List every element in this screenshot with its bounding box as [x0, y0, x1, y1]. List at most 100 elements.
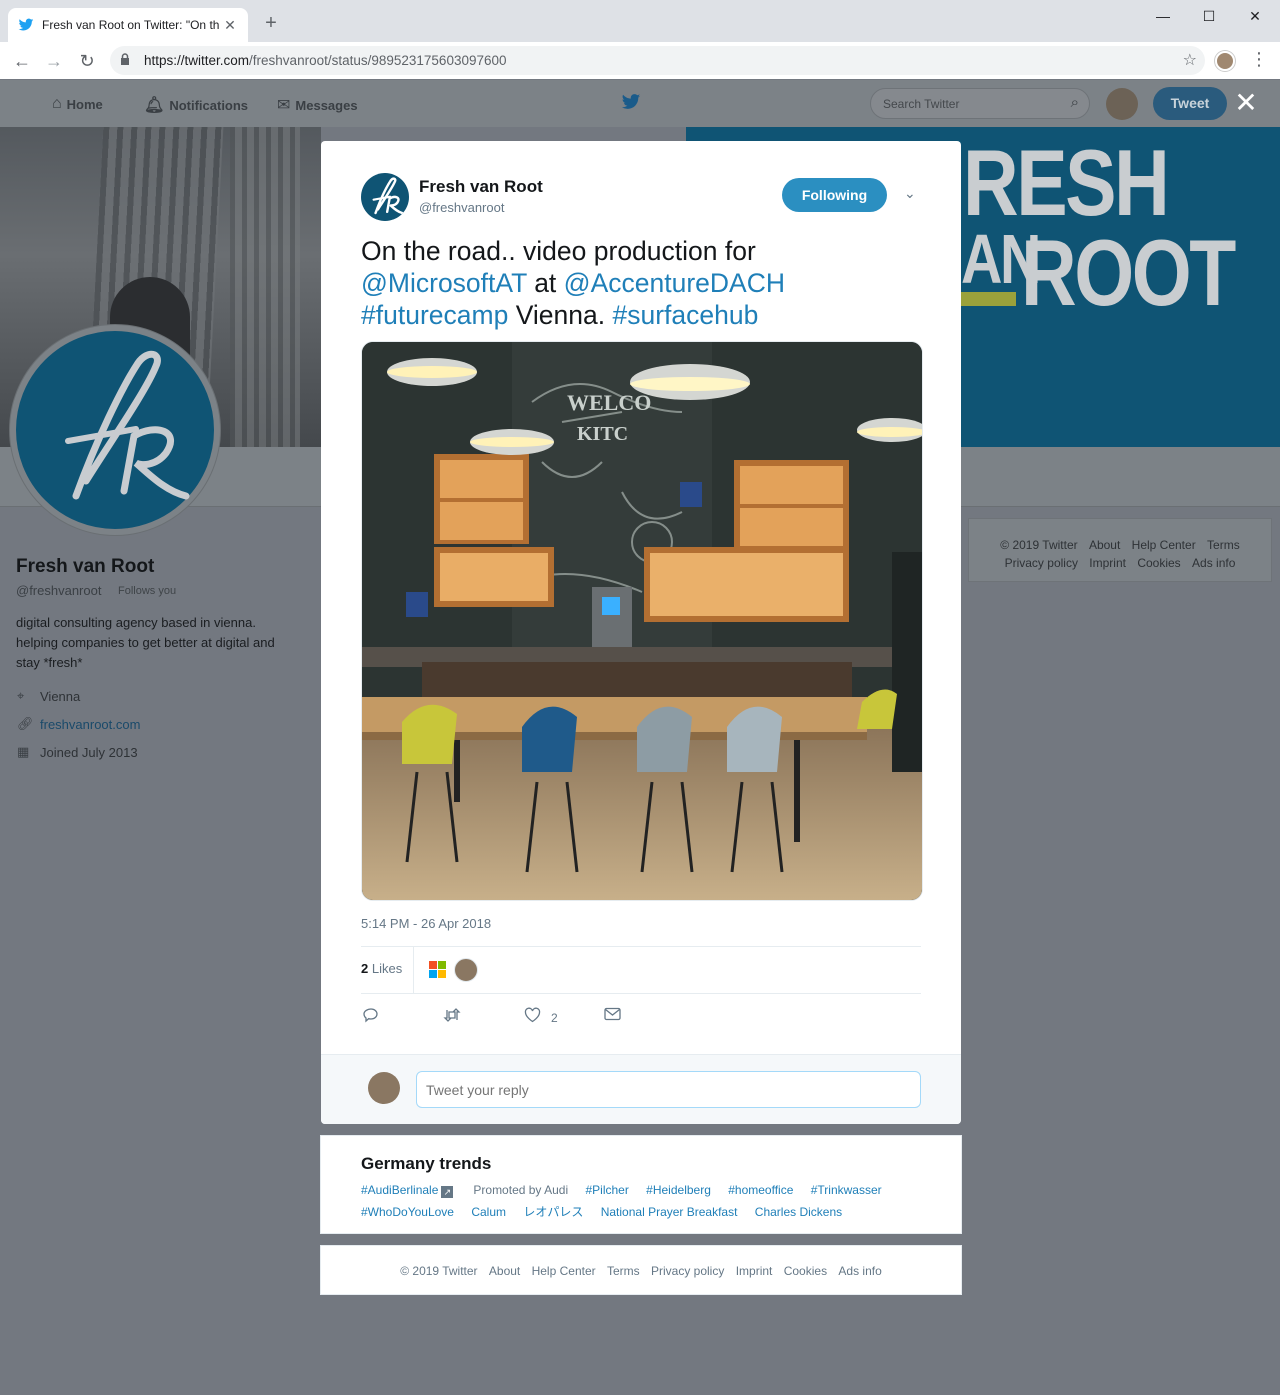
follows-you-badge: Follows you: [118, 585, 177, 597]
browser-tab[interactable]: Fresh van Root on Twitter: "On th ✕: [8, 8, 248, 42]
footer-help-link[interactable]: Help Center: [532, 1264, 596, 1278]
reply-action[interactable]: [363, 1007, 379, 1028]
browser-menu-icon[interactable]: ⋮: [1250, 49, 1268, 70]
new-tab-button[interactable]: +: [260, 13, 282, 35]
trend-link[interactable]: レオパレス: [523, 1205, 583, 1219]
footer-cookies-link[interactable]: Cookies: [784, 1264, 827, 1278]
twitter-logo-icon[interactable]: [620, 92, 642, 118]
profile-location: ⌖ Vienna: [17, 688, 80, 704]
browser-profile-avatar[interactable]: [1215, 51, 1235, 71]
reply-icon: [363, 1007, 379, 1028]
twitter-bird-icon: [18, 17, 34, 33]
like-action[interactable]: 2: [524, 1007, 558, 1028]
footer-ads-link[interactable]: Ads info: [1192, 556, 1235, 570]
nav-notifications[interactable]: 🔔︎ Notifications: [144, 95, 248, 115]
calendar-icon: ▦: [17, 744, 30, 759]
reply-area: [321, 1054, 961, 1124]
url-path: /freshvanroot/status/989523175603097600: [249, 53, 507, 68]
banner-text-root: ROOT: [1021, 220, 1236, 325]
likes-count: 2: [361, 961, 369, 976]
url-host: https://twitter.com: [144, 53, 250, 68]
following-button[interactable]: Following: [782, 178, 887, 212]
bookmark-star-icon[interactable]: ☆: [1183, 50, 1197, 70]
trend-link[interactable]: #homeoffice: [728, 1183, 793, 1197]
reply-user-avatar: [368, 1072, 400, 1104]
trend-link[interactable]: #Trinkwasser: [811, 1183, 882, 1197]
photo-wall-text: KITC: [577, 423, 628, 445]
twitter-search-input[interactable]: Search Twitter ⌕: [870, 88, 1090, 119]
window-close-button[interactable]: ✕: [1232, 4, 1278, 28]
tweet-author-handle[interactable]: @freshvanroot: [419, 200, 504, 215]
search-icon[interactable]: ⌕: [1071, 94, 1079, 111]
tab-strip: Fresh van Root on Twitter: "On th ✕ + — …: [0, 0, 1280, 42]
page-footer: © 2019 Twitter About Help Center Terms P…: [320, 1245, 962, 1295]
close-modal-icon[interactable]: ✕: [1233, 88, 1259, 118]
tab-close-icon[interactable]: ✕: [222, 17, 238, 34]
kitchen-photo-illustration: WELCO KITC: [362, 342, 922, 900]
trend-link[interactable]: Charles Dickens: [755, 1205, 842, 1219]
tweet-timestamp[interactable]: 5:14 PM - 26 Apr 2018: [361, 916, 491, 931]
tweet-text-part: On the road.. video production for: [361, 236, 756, 266]
profile-avatar-large[interactable]: [10, 325, 220, 535]
hashtag-link[interactable]: #surfacehub: [612, 300, 758, 330]
dm-action[interactable]: [604, 1007, 621, 1026]
heart-icon: [524, 1007, 541, 1028]
footer-help-link[interactable]: Help Center: [1132, 538, 1196, 552]
profile-name: Fresh van Root: [16, 556, 155, 577]
reload-icon[interactable]: ↻: [75, 49, 99, 73]
compose-tweet-button[interactable]: Tweet: [1153, 87, 1227, 120]
footer-terms-link[interactable]: Terms: [1207, 538, 1240, 552]
trend-link[interactable]: Calum: [471, 1205, 506, 1219]
retweet-action[interactable]: [443, 1007, 461, 1028]
location-pin-icon: ⌖: [17, 688, 25, 703]
forward-arrow-icon[interactable]: →: [42, 49, 66, 73]
trend-link[interactable]: #AudiBerlinale ↗: [361, 1183, 459, 1198]
fr-logo-icon: [65, 350, 190, 500]
likes-summary[interactable]: 2 Likes: [361, 961, 402, 976]
chevron-down-icon[interactable]: ⌄: [904, 185, 916, 202]
nav-messages[interactable]: ✉ Messages: [277, 95, 358, 115]
liker-avatar[interactable]: [454, 958, 478, 982]
banner-accent-bar: [961, 292, 1016, 306]
trend-link[interactable]: National Prayer Breakfast: [601, 1205, 738, 1219]
footer-privacy-link[interactable]: Privacy policy: [1005, 556, 1078, 570]
tweet-author-name[interactable]: Fresh van Root: [419, 177, 543, 197]
nav-home[interactable]: ⌂ Home: [52, 95, 103, 113]
trend-link[interactable]: #WhoDoYouLove: [361, 1205, 454, 1219]
footer-cookies-link[interactable]: Cookies: [1137, 556, 1180, 570]
trend-link[interactable]: #Heidelberg: [646, 1183, 711, 1197]
reply-input[interactable]: [416, 1071, 921, 1108]
bell-icon: 🔔︎: [144, 97, 165, 114]
tweet-text-part: Vienna.: [515, 300, 606, 330]
mention-link[interactable]: @AccentureDACH: [564, 268, 785, 298]
profile-website[interactable]: 🔗︎ freshvanroot.com: [17, 716, 140, 732]
microsoft-logo-icon[interactable]: [429, 961, 446, 978]
footer-ads-link[interactable]: Ads info: [838, 1264, 881, 1278]
trends-row: #WhoDoYouLove Calum レオパレス National Praye…: [361, 1203, 856, 1220]
address-bar[interactable]: https://twitter.com/freshvanroot/status/…: [110, 46, 1205, 75]
footer-about-link[interactable]: About: [1089, 538, 1120, 552]
retweet-icon: [443, 1007, 461, 1028]
footer-imprint-link[interactable]: Imprint: [736, 1264, 773, 1278]
footer-privacy-link[interactable]: Privacy policy: [651, 1264, 724, 1278]
tweet-photo[interactable]: WELCO KITC: [361, 341, 923, 901]
user-avatar[interactable]: [1106, 88, 1138, 120]
trend-link[interactable]: #Pilcher: [585, 1183, 628, 1197]
footer-about-link[interactable]: About: [489, 1264, 520, 1278]
trends-panel: Germany trends #AudiBerlinale ↗ Promoted b…: [320, 1135, 962, 1234]
maximize-button[interactable]: ☐: [1186, 4, 1232, 28]
tweet-text: On the road.. video production for @Micr…: [361, 235, 931, 331]
back-arrow-icon[interactable]: ←: [10, 49, 34, 73]
browser-frame: Fresh van Root on Twitter: "On th ✕ + — …: [0, 0, 1280, 79]
profile-website-link[interactable]: freshvanroot.com: [40, 717, 140, 732]
minimize-button[interactable]: —: [1140, 4, 1186, 28]
mention-link[interactable]: @MicrosoftAT: [361, 268, 527, 298]
footer-imprint-link[interactable]: Imprint: [1089, 556, 1126, 570]
search-placeholder: Search Twitter: [883, 97, 960, 111]
promoted-icon: ↗: [441, 1186, 454, 1198]
tweet-author-avatar[interactable]: [361, 173, 409, 221]
hashtag-link[interactable]: #futurecamp: [361, 300, 508, 330]
footer-terms-link[interactable]: Terms: [607, 1264, 640, 1278]
trends-title: Germany trends: [361, 1154, 492, 1173]
home-icon: ⌂: [52, 95, 62, 112]
